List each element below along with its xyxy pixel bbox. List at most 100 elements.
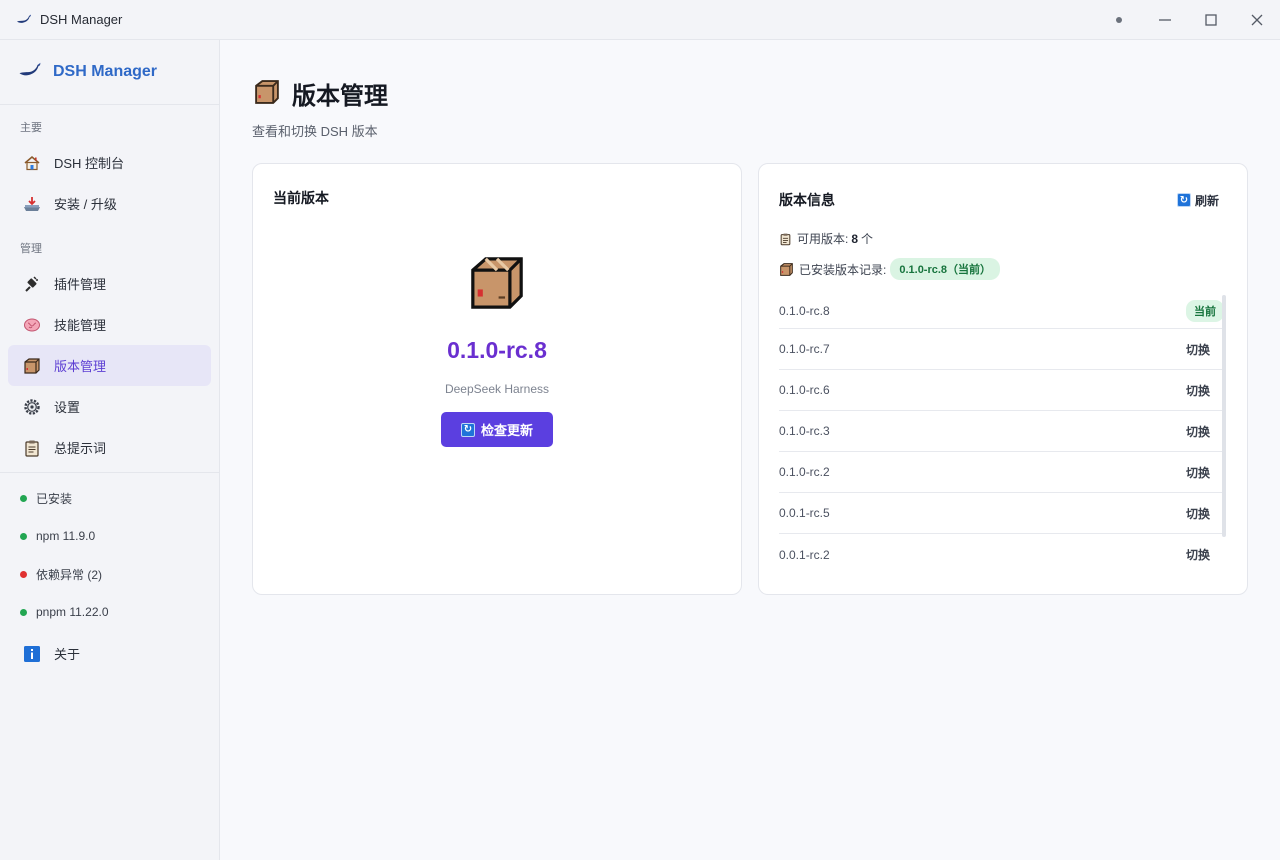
version-row: 0.0.1-rc.2 切换 [779, 534, 1224, 575]
title-bar: DSH Manager [0, 0, 1280, 40]
window-controls [1096, 0, 1280, 40]
info-icon [22, 644, 42, 664]
status-dot-success [20, 532, 27, 540]
sidebar-item-settings[interactable]: 设置 [8, 386, 211, 427]
sidebar-divider [0, 472, 219, 473]
version-name: 0.0.1-rc.5 [779, 506, 830, 520]
refresh-label: 刷新 [1194, 193, 1219, 208]
status-pnpm: pnpm 11.22.0 [0, 593, 219, 631]
sidebar-item-label: 关于 [54, 647, 81, 662]
version-info-card: 版本信息 ↻ 刷新 可用版本: 8 个 已安装版本记录: 0.1.0-rc.8（… [758, 163, 1248, 595]
brand[interactable]: DSH Manager [0, 40, 219, 105]
switch-button[interactable]: 切换 [1186, 464, 1210, 481]
page-title: 版本管理 [292, 83, 388, 110]
sidebar-item-versions[interactable]: 版本管理 [8, 345, 211, 386]
install-tray-icon [22, 194, 42, 214]
package-icon [779, 262, 794, 277]
current-version-card: 当前版本 0.1.0-rc.8 DeepSeek Harness ↻ 检查更新 [252, 163, 742, 595]
version-row: 0.1.0-rc.3 切换 [779, 411, 1224, 452]
available-count: 8 [851, 231, 859, 246]
sidebar-item-plugins[interactable]: 插件管理 [8, 263, 211, 304]
sidebar: DSH Manager 主要 DSH 控制台 安装 / 升级 管理 插件管理 技… [0, 40, 220, 860]
status-dot-error [20, 570, 27, 578]
page-subtitle: 查看和切换 DSH 版本 [252, 124, 378, 139]
status-dot-success [20, 494, 27, 502]
current-version-card-title: 当前版本 [273, 190, 329, 206]
status-npm: npm 11.9.0 [0, 517, 219, 555]
current-version-number: 0.1.0-rc.8 [447, 337, 547, 363]
whale-logo-icon [16, 12, 32, 28]
package-icon [252, 78, 282, 109]
status-label: npm 11.9.0 [36, 529, 96, 543]
brand-name: DSH Manager [53, 63, 158, 80]
sidebar-item-dsh-console[interactable]: DSH 控制台 [8, 142, 211, 183]
current-badge: 当前 [1186, 300, 1224, 322]
sidebar-item-label: 插件管理 [54, 277, 107, 292]
page-header: 版本管理 查看和切换 DSH 版本 [252, 76, 388, 140]
nav-group-label-manage: 管理 [20, 243, 42, 255]
status-installed: 已安装 [0, 479, 219, 517]
switch-button[interactable]: 切换 [1186, 341, 1210, 358]
whale-logo-icon [18, 62, 42, 83]
window-title: DSH Manager [40, 12, 123, 27]
check-update-button[interactable]: ↻ 检查更新 [441, 412, 553, 447]
version-info-card-title: 版本信息 [779, 192, 835, 208]
gear-icon [22, 397, 42, 417]
sidebar-item-label: 安装 / 升级 [54, 197, 117, 212]
close-button[interactable] [1234, 0, 1280, 40]
status-label: 依赖异常 (2) [36, 567, 103, 582]
version-list-scrollbar[interactable] [1222, 295, 1226, 537]
brain-icon [22, 315, 42, 335]
available-versions-line: 可用版本: 8 个 [779, 230, 873, 247]
sidebar-item-master-prompt[interactable]: 总提示词 [8, 427, 211, 468]
sidebar-item-skills[interactable]: 技能管理 [8, 304, 211, 345]
installed-record-line: 已安装版本记录: 0.1.0-rc.8（当前） [779, 258, 1001, 280]
check-update-label: 检查更新 [480, 423, 533, 438]
nav-group-label-main: 主要 [20, 122, 42, 134]
version-row: 0.1.0-rc.2 切换 [779, 452, 1224, 493]
version-row: 0.1.0-rc.8 当前 [779, 294, 1224, 329]
switch-button[interactable]: 切换 [1186, 505, 1210, 522]
available-unit: 个 [861, 232, 874, 246]
switch-button[interactable]: 切换 [1186, 423, 1210, 440]
package-icon [22, 356, 42, 376]
status-dependency-error[interactable]: 依赖异常 (2) [0, 555, 219, 593]
sidebar-item-label: DSH 控制台 [54, 156, 125, 171]
refresh-icon: ↻ [1176, 193, 1191, 207]
version-list: 0.1.0-rc.8 当前 0.1.0-rc.7 切换 0.1.0-rc.6 切… [779, 294, 1224, 575]
package-icon [468, 254, 526, 315]
sidebar-item-label: 设置 [54, 400, 81, 415]
version-row: 0.0.1-rc.5 切换 [779, 493, 1224, 534]
main-content: 版本管理 查看和切换 DSH 版本 当前版本 0.1.0-rc.8 DeepSe… [220, 40, 1280, 860]
version-name: 0.1.0-rc.6 [779, 383, 830, 397]
clipboard-icon [779, 232, 792, 246]
house-icon [22, 153, 42, 173]
sidebar-item-install-upgrade[interactable]: 安装 / 升级 [8, 183, 211, 224]
current-version-description: DeepSeek Harness [444, 382, 550, 396]
version-name: 0.1.0-rc.2 [779, 465, 830, 479]
window-dot-button[interactable] [1096, 0, 1142, 40]
plug-icon [22, 274, 42, 294]
status-label: 已安装 [36, 491, 73, 506]
minimize-button[interactable] [1142, 0, 1188, 40]
version-name: 0.1.0-rc.8 [779, 304, 830, 318]
sidebar-item-label: 总提示词 [54, 441, 107, 456]
version-name: 0.1.0-rc.7 [779, 342, 830, 356]
status-label: pnpm 11.22.0 [36, 605, 109, 619]
version-name: 0.1.0-rc.3 [779, 424, 830, 438]
sidebar-item-about[interactable]: 关于 [8, 633, 211, 674]
switch-button[interactable]: 切换 [1186, 382, 1210, 399]
installed-label: 已安装版本记录: [799, 262, 887, 277]
sidebar-item-label: 版本管理 [54, 359, 107, 374]
clipboard-icon [22, 438, 42, 458]
sidebar-item-label: 技能管理 [54, 318, 107, 333]
version-name: 0.0.1-rc.2 [779, 547, 830, 562]
switch-button[interactable]: 切换 [1186, 546, 1210, 563]
version-row: 0.1.0-rc.6 切换 [779, 370, 1224, 411]
installed-version-tag: 0.1.0-rc.8（当前） [890, 258, 1001, 280]
status-dot-success [20, 608, 27, 616]
refresh-icon: ↻ [460, 422, 475, 437]
version-row: 0.1.0-rc.7 切换 [779, 329, 1224, 370]
refresh-button[interactable]: ↻ 刷新 [1176, 192, 1219, 209]
maximize-button[interactable] [1188, 0, 1234, 40]
